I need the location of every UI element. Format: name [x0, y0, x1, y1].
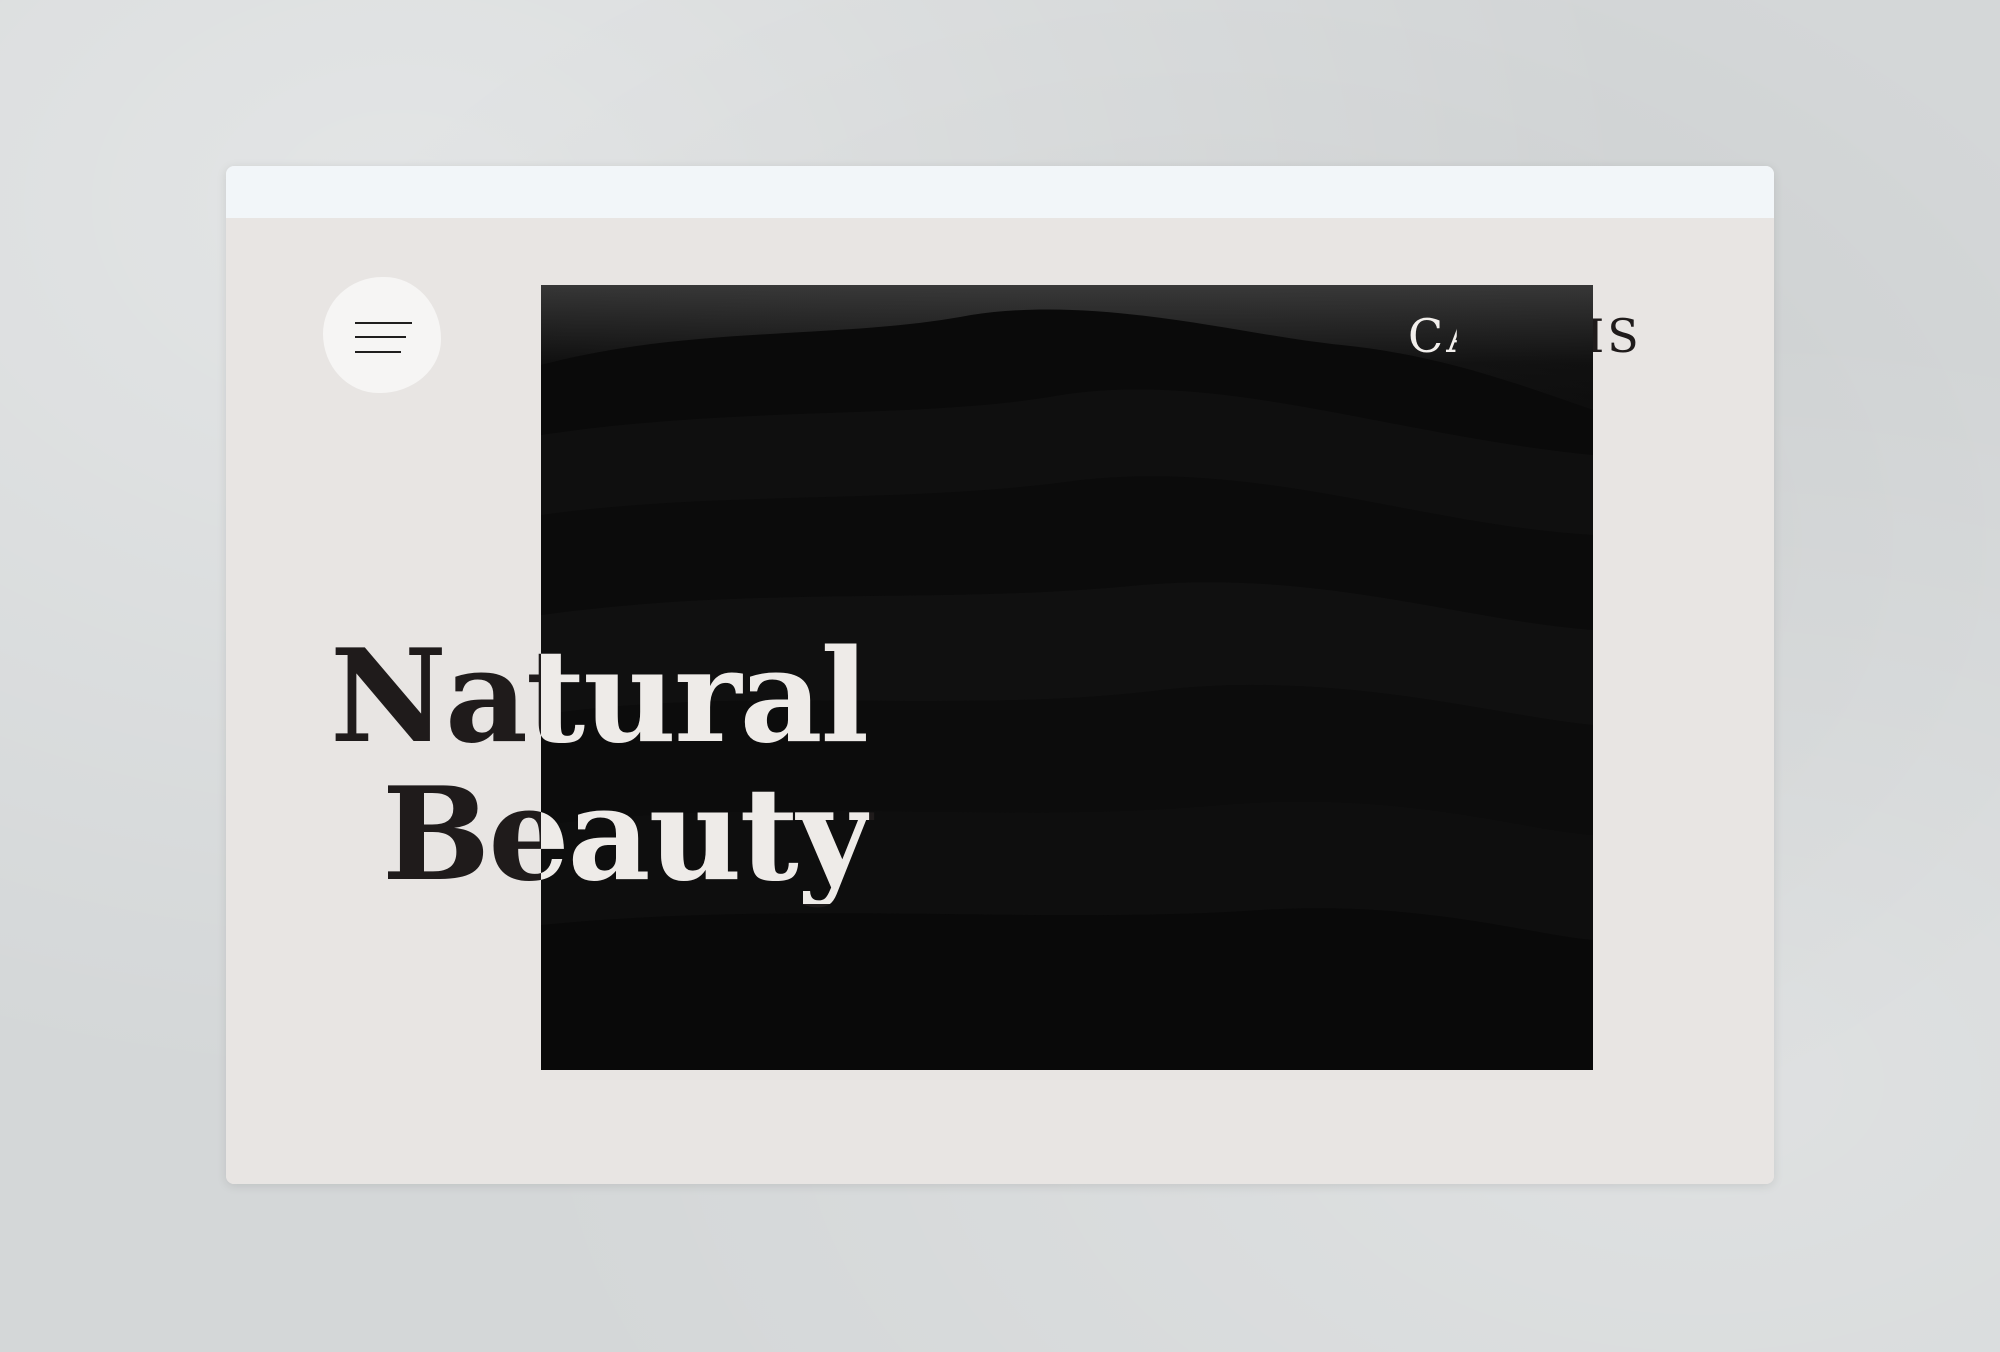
hamburger-menu-icon[interactable] — [355, 322, 412, 353]
browser-top-bar — [226, 166, 1774, 218]
